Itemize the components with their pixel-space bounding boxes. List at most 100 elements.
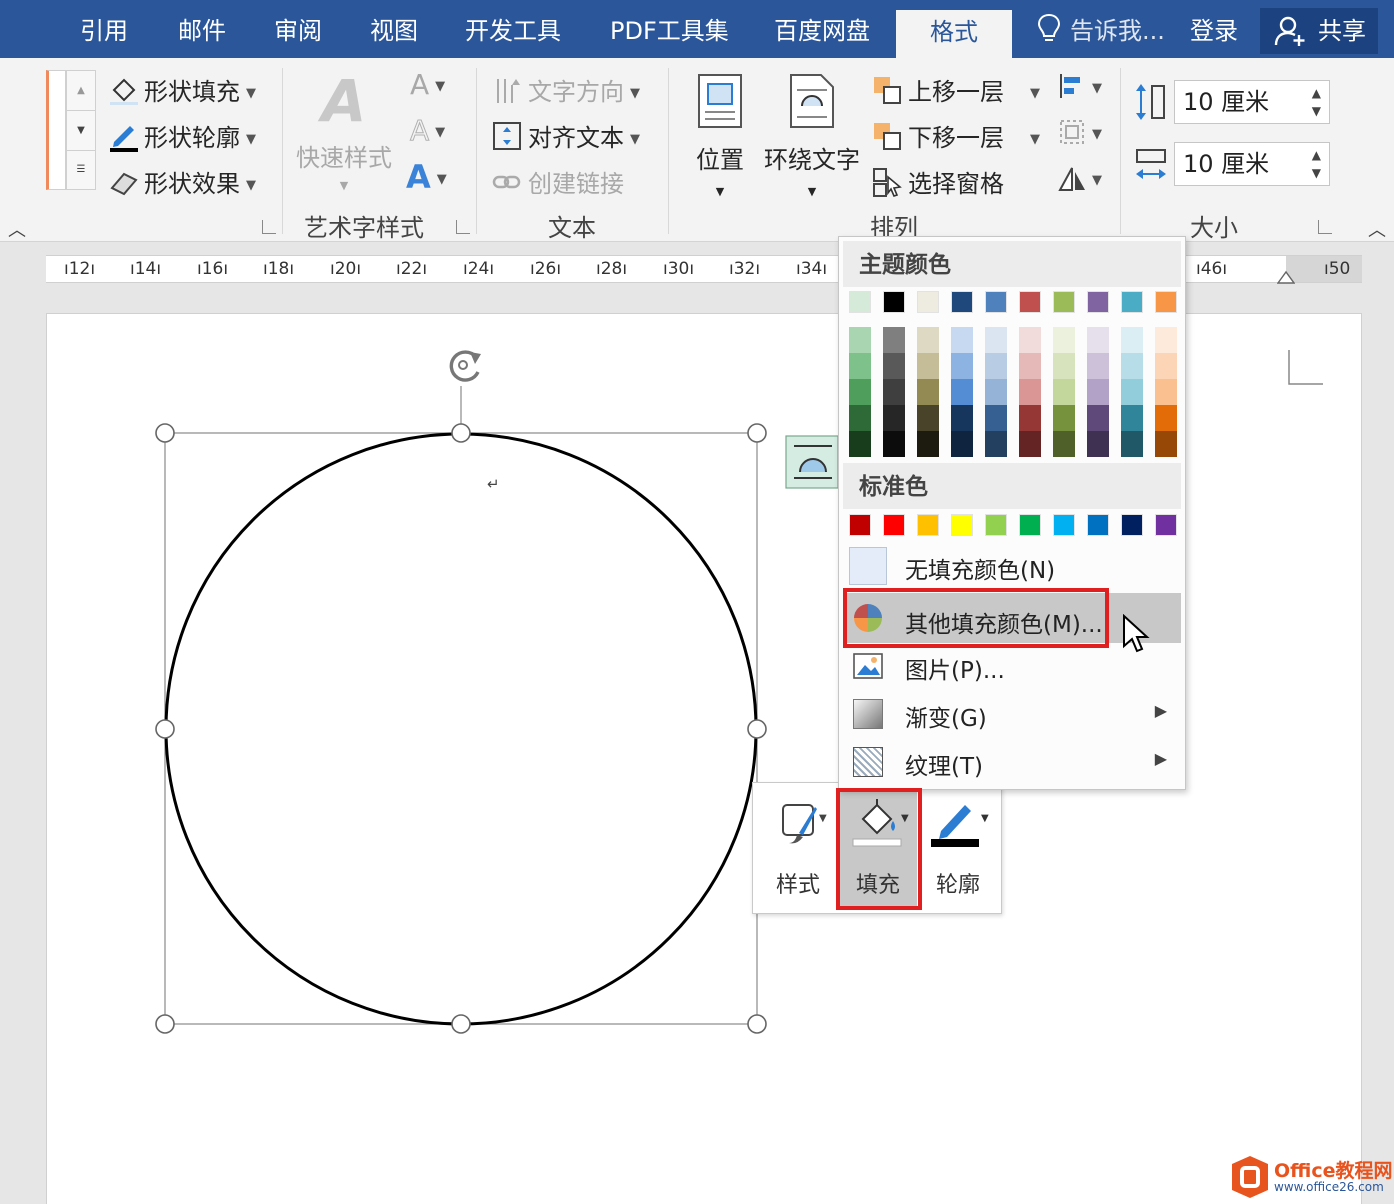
theme-shade-swatch[interactable]: [1019, 405, 1041, 431]
theme-shade-swatch[interactable]: [883, 353, 905, 379]
theme-shade-swatch[interactable]: [1019, 353, 1041, 379]
theme-shade-swatch[interactable]: [1053, 431, 1075, 457]
theme-shade-swatch[interactable]: [917, 327, 939, 353]
align-objects-button[interactable]: ▼: [1058, 72, 1102, 101]
tab-pdf-tools[interactable]: PDF工具集: [610, 0, 729, 58]
standard-color-swatch[interactable]: [1121, 514, 1143, 536]
theme-shade-swatch[interactable]: [917, 379, 939, 405]
gallery-more-icon[interactable]: ☰: [67, 151, 95, 189]
align-text-button[interactable]: 对齐文本 ▼: [492, 118, 640, 153]
theme-shade-swatch[interactable]: [1087, 353, 1109, 379]
theme-shade-swatch[interactable]: [951, 405, 973, 431]
theme-color-swatch[interactable]: [849, 291, 871, 313]
gallery-up-arrow-icon[interactable]: ▲: [67, 71, 95, 111]
theme-shade-swatch[interactable]: [1155, 431, 1177, 457]
theme-shade-swatch[interactable]: [883, 431, 905, 457]
theme-shade-swatch[interactable]: [1087, 405, 1109, 431]
theme-shade-swatch[interactable]: [1121, 431, 1143, 457]
theme-color-swatch[interactable]: [1053, 291, 1075, 313]
mini-outline-button[interactable]: ▼ 轮廓: [919, 789, 997, 909]
standard-color-swatch[interactable]: [917, 514, 939, 536]
theme-shade-swatch[interactable]: [1019, 327, 1041, 353]
width-spin-down-icon[interactable]: ▼: [1312, 167, 1321, 179]
standard-color-swatch[interactable]: [849, 514, 871, 536]
text-effects-button[interactable]: A ▼: [406, 158, 447, 196]
gallery-scroll[interactable]: ▲ ▼ ☰: [66, 70, 96, 190]
create-link-button[interactable]: 创建链接: [492, 164, 624, 199]
shape-height-input[interactable]: 10 厘米 ▲ ▼: [1174, 80, 1330, 124]
mini-style-button[interactable]: ▼ 样式: [759, 789, 837, 909]
tab-developer[interactable]: 开发工具: [465, 0, 561, 58]
standard-color-swatch[interactable]: [1087, 514, 1109, 536]
theme-shade-swatch[interactable]: [1121, 327, 1143, 353]
theme-shade-swatch[interactable]: [1155, 327, 1177, 353]
theme-shade-swatch[interactable]: [1155, 353, 1177, 379]
theme-shade-swatch[interactable]: [985, 431, 1007, 457]
right-indent-marker-icon[interactable]: [1277, 270, 1295, 284]
standard-color-swatch[interactable]: [985, 514, 1007, 536]
standard-color-swatch[interactable]: [951, 514, 973, 536]
gallery-down-arrow-icon[interactable]: ▼: [67, 111, 95, 151]
tab-review[interactable]: 审阅: [274, 0, 322, 58]
theme-shade-swatch[interactable]: [951, 379, 973, 405]
quick-styles-button[interactable]: A 快速样式 ▼: [296, 68, 392, 208]
theme-color-swatch[interactable]: [1155, 291, 1177, 313]
standard-color-swatch[interactable]: [1053, 514, 1075, 536]
theme-shade-swatch[interactable]: [883, 405, 905, 431]
rotate-objects-button[interactable]: ▼: [1058, 164, 1102, 193]
theme-shade-swatch[interactable]: [883, 379, 905, 405]
standard-color-swatch[interactable]: [1019, 514, 1041, 536]
theme-shade-swatch[interactable]: [1155, 405, 1177, 431]
theme-shade-swatch[interactable]: [951, 431, 973, 457]
theme-color-swatch[interactable]: [883, 291, 905, 313]
text-fill-button[interactable]: A ▼: [410, 68, 445, 101]
theme-shade-swatch[interactable]: [917, 431, 939, 457]
position-button[interactable]: 位置 ▼: [690, 72, 750, 198]
theme-shade-swatch[interactable]: [1087, 431, 1109, 457]
shape-styles-launcher-icon[interactable]: [262, 220, 276, 234]
theme-shade-swatch[interactable]: [849, 379, 871, 405]
theme-color-swatch[interactable]: [1087, 291, 1109, 313]
bring-forward-button[interactable]: 上移一层 ▼: [872, 72, 1040, 107]
collapse-ribbon-chevron-icon[interactable]: ︿: [1368, 216, 1386, 242]
no-fill-item[interactable]: 无填充颜色(N): [843, 543, 1181, 589]
login-link[interactable]: 登录: [1190, 0, 1238, 58]
theme-shade-swatch[interactable]: [1121, 353, 1143, 379]
tab-view[interactable]: 视图: [370, 0, 418, 58]
tab-references[interactable]: 引用: [80, 0, 128, 58]
theme-shade-swatch[interactable]: [917, 353, 939, 379]
theme-shade-swatch[interactable]: [1087, 327, 1109, 353]
width-spin-up-icon[interactable]: ▲: [1312, 149, 1321, 161]
shape-style-gallery[interactable]: [46, 70, 66, 190]
shape-fill-button[interactable]: 形状填充 ▼: [108, 72, 256, 107]
gradient-fill-item[interactable]: 渐变(G) ▶: [843, 691, 1181, 737]
shape-outline-button[interactable]: 形状轮廓 ▼: [108, 118, 256, 153]
height-spin-up-icon[interactable]: ▲: [1312, 87, 1321, 99]
theme-shade-swatch[interactable]: [1019, 431, 1041, 457]
shape-effects-button[interactable]: 形状效果 ▼: [108, 164, 256, 199]
theme-shade-swatch[interactable]: [883, 327, 905, 353]
height-spin-down-icon[interactable]: ▼: [1312, 105, 1321, 117]
theme-shade-swatch[interactable]: [951, 353, 973, 379]
send-backward-button[interactable]: 下移一层 ▼: [872, 118, 1040, 153]
theme-shade-swatch[interactable]: [917, 405, 939, 431]
group-objects-button[interactable]: ▼: [1058, 118, 1102, 147]
wordart-launcher-icon[interactable]: [456, 220, 470, 234]
theme-color-swatch[interactable]: [917, 291, 939, 313]
theme-shade-swatch[interactable]: [1087, 379, 1109, 405]
theme-shade-swatch[interactable]: [849, 431, 871, 457]
theme-shade-swatch[interactable]: [849, 327, 871, 353]
theme-shade-swatch[interactable]: [985, 353, 1007, 379]
text-outline-button[interactable]: A ▼: [409, 114, 445, 148]
theme-shade-swatch[interactable]: [985, 405, 1007, 431]
tab-mailings[interactable]: 邮件: [178, 0, 226, 58]
theme-shade-swatch[interactable]: [985, 327, 1007, 353]
theme-shade-swatch[interactable]: [1121, 405, 1143, 431]
theme-color-swatch[interactable]: [951, 291, 973, 313]
theme-shade-swatch[interactable]: [849, 405, 871, 431]
theme-shade-swatch[interactable]: [951, 327, 973, 353]
texture-fill-item[interactable]: 纹理(T) ▶: [843, 739, 1181, 785]
theme-shade-swatch[interactable]: [1053, 405, 1075, 431]
size-launcher-icon[interactable]: [1318, 220, 1332, 234]
standard-color-swatch[interactable]: [1155, 514, 1177, 536]
